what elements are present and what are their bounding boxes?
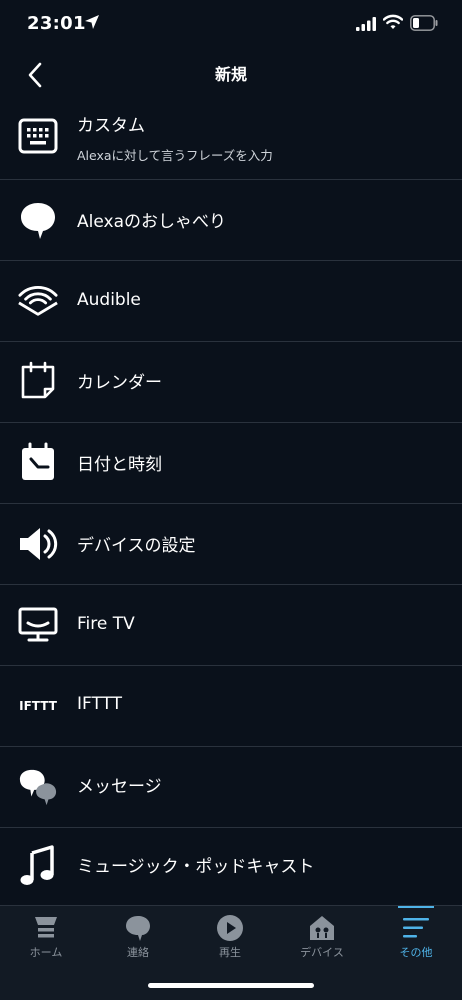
status-bar: 23:01: [0, 0, 462, 50]
page-title: 新規: [214, 65, 247, 84]
tab-label: 再生: [219, 946, 241, 959]
list-item-label: メッセージ: [77, 777, 162, 797]
tab-play[interactable]: 再生: [184, 906, 276, 966]
status-time: 23:01: [27, 13, 86, 34]
list-item-label: ミュージック・ポッドキャスト: [77, 857, 315, 877]
ifttt-logo: IFTTT: [16, 686, 60, 726]
messages-icon: [18, 767, 58, 807]
list-item-label: デバイスの設定: [77, 536, 196, 556]
devices-icon: [307, 914, 337, 942]
list-item-device-settings[interactable]: デバイスの設定: [0, 504, 462, 585]
list-item-alexa-chat[interactable]: Alexaのおしゃべり: [0, 180, 462, 261]
tab-communicate[interactable]: 連絡: [92, 906, 184, 966]
battery-icon: [410, 15, 438, 35]
list-item-label: Audible: [77, 290, 141, 310]
tab-devices[interactable]: デバイス: [276, 906, 368, 966]
tv-icon: [18, 605, 58, 645]
list-item-audible[interactable]: Audible: [0, 261, 462, 342]
list-item-fire-tv[interactable]: Fire TV: [0, 585, 462, 666]
speech-bubble-icon: [18, 200, 58, 240]
tab-label: ホーム: [29, 946, 63, 959]
tab-more[interactable]: その他: [370, 906, 462, 966]
keyboard-icon: [18, 116, 58, 156]
list-item-sublabel: Alexaに対して言うフレーズを入力: [77, 148, 273, 163]
cellular-signal-icon: [356, 16, 376, 35]
list-item-label: カレンダー: [77, 373, 162, 393]
music-note-icon: [18, 845, 58, 886]
tab-label: デバイス: [300, 946, 344, 959]
wifi-icon: [382, 14, 404, 34]
calendar-icon: [18, 361, 58, 401]
tab-label: その他: [399, 946, 433, 959]
audible-icon: [18, 281, 58, 321]
tab-home[interactable]: ホーム: [0, 906, 92, 966]
list-item-label: カスタム: [77, 116, 145, 136]
list-item-label: Fire TV: [77, 614, 135, 634]
list-item-messages[interactable]: メッセージ: [0, 747, 462, 828]
list-item-label: 日付と時刻: [77, 455, 162, 475]
date-time-icon: [18, 442, 58, 482]
list-item-date-time[interactable]: 日付と時刻: [0, 423, 462, 504]
list-item-music-podcast[interactable]: ミュージック・ポッドキャスト: [0, 828, 462, 904]
communicate-icon: [123, 914, 153, 942]
home-indicator[interactable]: [148, 983, 314, 988]
trigger-type-list: カスタム Alexaに対して言うフレーズを入力 Alexaのおしゃべり Audi…: [0, 99, 462, 904]
list-item-calendar[interactable]: カレンダー: [0, 342, 462, 423]
ifttt-logo-text: IFTTT: [19, 699, 57, 713]
speaker-icon: [18, 524, 58, 564]
more-icon: [401, 914, 431, 942]
tab-label: 連絡: [127, 946, 149, 959]
navigation-bar: 新規: [0, 50, 462, 100]
location-arrow-icon: [84, 14, 100, 34]
list-item-label: IFTTT: [77, 694, 123, 714]
play-icon: [215, 914, 245, 942]
home-icon: [31, 914, 61, 942]
list-item-ifttt[interactable]: IFTTT IFTTT: [0, 666, 462, 747]
list-item-custom[interactable]: カスタム Alexaに対して言うフレーズを入力: [0, 99, 462, 180]
list-item-label: Alexaのおしゃべり: [77, 212, 226, 232]
